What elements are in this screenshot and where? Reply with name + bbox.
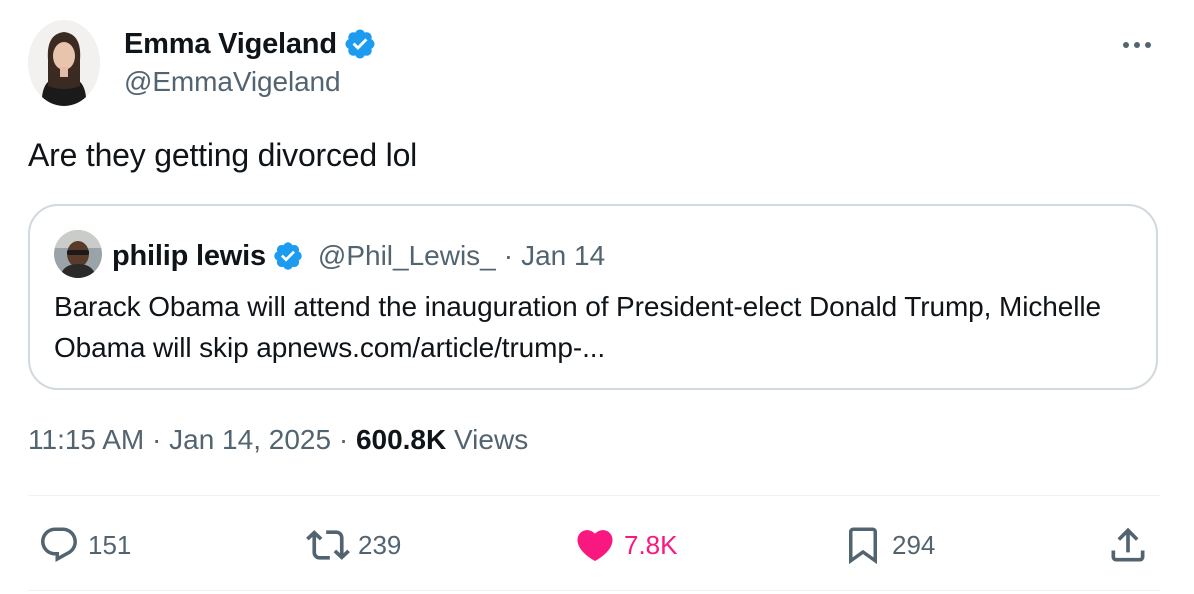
repost-count: 239 [358, 529, 402, 560]
divider [28, 590, 1160, 591]
meta-separator: · [331, 424, 356, 455]
quoted-separator: · [503, 240, 514, 271]
quoted-author-handle[interactable]: @Phil_Lewis_ [318, 240, 496, 272]
more-options-icon[interactable] [1120, 30, 1154, 60]
quoted-tweet-header: philip lewis @Phil_Lewis_ · Jan 14 [112, 236, 605, 276]
share-button[interactable] [1106, 520, 1150, 570]
quoted-author-avatar[interactable] [54, 230, 102, 278]
tweet-meta: 11:15 AM · Jan 14, 2025 · 600.8K Views [28, 424, 528, 456]
like-count: 7.8K [624, 529, 678, 560]
views-count: 600.8K [355, 424, 447, 455]
reply-button[interactable]: 151 [38, 520, 131, 570]
share-icon [1106, 523, 1150, 567]
like-button[interactable]: 7.8K [574, 520, 678, 570]
bookmark-icon [842, 524, 884, 566]
quoted-tweet-text: Barack Obama will attend the inauguratio… [54, 291, 1101, 363]
reply-count: 151 [88, 529, 132, 560]
author-display-name[interactable]: Emma Vigeland [124, 28, 337, 61]
bookmark-count: 294 [892, 529, 936, 560]
author-handle[interactable]: @EmmaVigeland [124, 66, 377, 98]
quoted-tweet-card[interactable]: philip lewis @Phil_Lewis_ · Jan 14 Barac… [28, 204, 1158, 390]
quoted-author-display-name[interactable]: philip lewis [112, 240, 266, 273]
author-info: Emma Vigeland @EmmaVigeland [124, 26, 377, 98]
reply-icon [38, 524, 80, 566]
tweet-date[interactable]: Jan 14, 2025 [169, 424, 331, 455]
action-bar: 151 239 7.8K 294 [0, 520, 1194, 570]
heart-icon [574, 524, 616, 566]
repost-button[interactable]: 239 [306, 520, 401, 570]
meta-separator: · [144, 424, 170, 455]
verified-badge-icon [272, 240, 304, 272]
views-label: Views [446, 424, 529, 455]
tweet: Emma Vigeland @EmmaVigeland Are they get… [0, 0, 1194, 594]
tweet-time[interactable]: 11:15 AM [28, 424, 144, 455]
quoted-tweet-date[interactable]: Jan 14 [521, 240, 605, 272]
divider [28, 495, 1160, 496]
verified-badge-icon [343, 27, 377, 61]
author-avatar[interactable] [28, 20, 100, 106]
tweet-text: Are they getting divorced lol [28, 137, 418, 173]
bookmark-button[interactable]: 294 [842, 520, 935, 570]
repost-icon [306, 523, 350, 567]
